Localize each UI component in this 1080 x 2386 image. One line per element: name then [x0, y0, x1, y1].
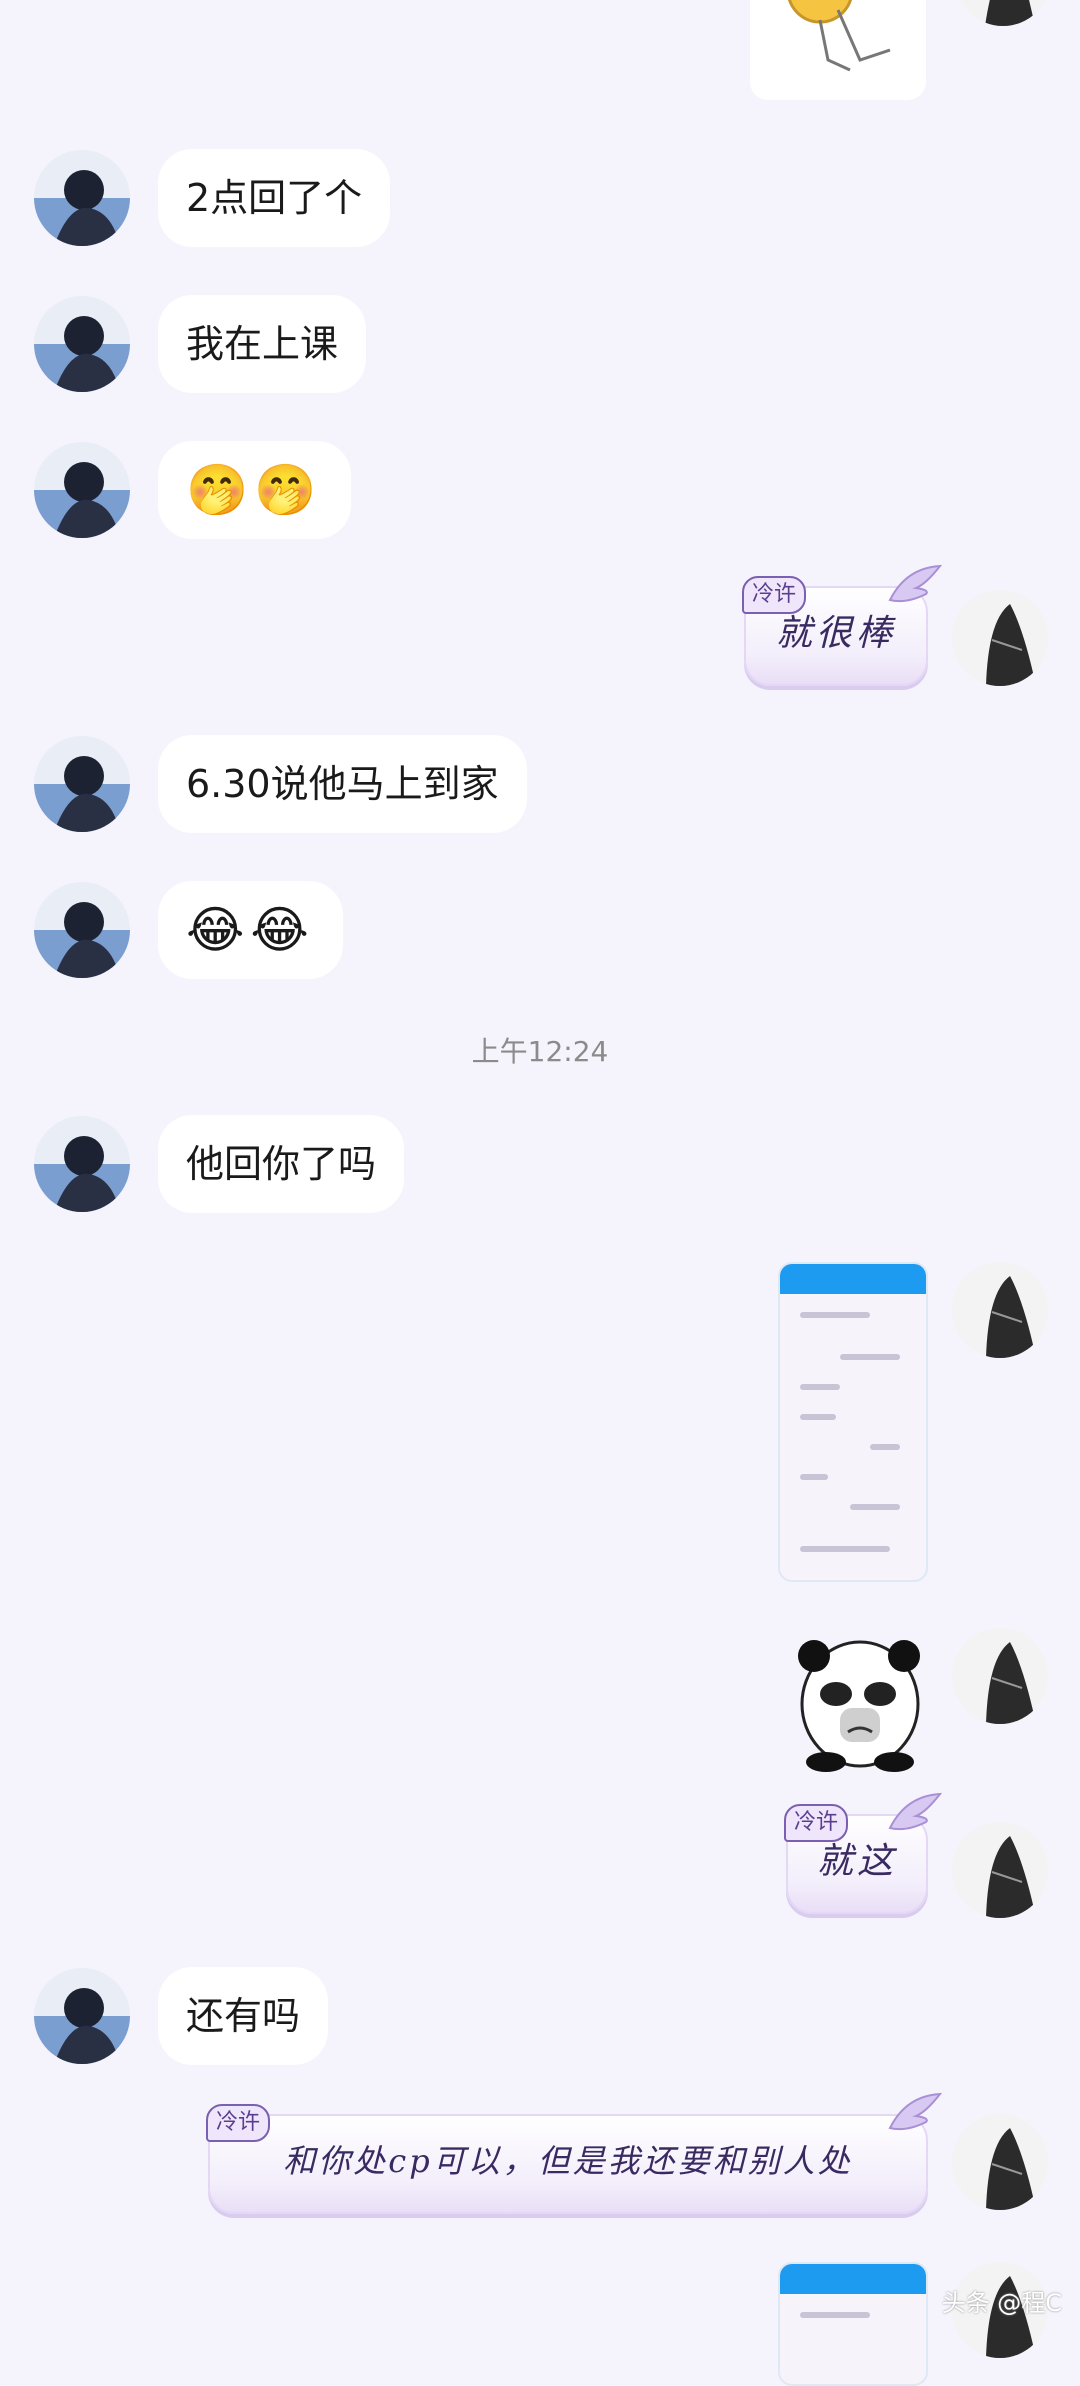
message-text: 他回你了吗 [186, 1142, 377, 1186]
screenshot-line [800, 2312, 870, 2318]
sticker-card[interactable]: 冷许 就很棒 [742, 564, 942, 686]
contact-avatar[interactable] [34, 1968, 130, 2064]
card-text: 就这 [816, 1841, 897, 1882]
screenshot-image[interactable] [778, 2262, 928, 2386]
sticker-card[interactable]: 冷许 和你处cp可以，但是我还要和别人处 [206, 2092, 942, 2214]
screenshot-line [800, 1312, 870, 1318]
screenshot-header [780, 1264, 926, 1294]
message-bubble[interactable]: 😂😂 [158, 881, 343, 979]
timestamp: 上午12:24 [471, 1035, 609, 1068]
self-avatar[interactable] [952, 1262, 1048, 1358]
screenshot-image[interactable] [778, 1262, 928, 1582]
screenshot-line [840, 1354, 900, 1360]
message-text: 2点回了个 [186, 176, 363, 220]
wing-icon [888, 2092, 942, 2131]
screenshot-line [800, 1474, 828, 1480]
self-avatar[interactable] [952, 1822, 1048, 1918]
message-text: 😂😂 [186, 901, 315, 959]
message-bubble[interactable]: 2点回了个 [158, 149, 391, 247]
screenshot-line [850, 1504, 900, 1510]
sticker-image[interactable] [750, 0, 926, 100]
contact-avatar[interactable] [34, 736, 130, 832]
screenshot-header [780, 2264, 926, 2294]
contact-avatar[interactable] [34, 882, 130, 978]
message-text: 我在上课 [186, 322, 339, 366]
self-avatar[interactable] [955, 0, 1051, 26]
message-text: 还有吗 [186, 1994, 301, 2038]
card-text: 就很棒 [775, 613, 896, 654]
message-text: 🤭🤭 [186, 461, 323, 519]
contact-avatar[interactable] [34, 442, 130, 538]
contact-avatar[interactable] [34, 1116, 130, 1212]
message-bubble[interactable]: 6.30说他马上到家 [158, 735, 527, 833]
wing-icon [888, 564, 942, 603]
contact-avatar[interactable] [34, 296, 130, 392]
message-bubble[interactable]: 还有吗 [158, 1967, 329, 2065]
message-bubble[interactable]: 他回你了吗 [158, 1115, 405, 1213]
contact-avatar[interactable] [34, 150, 130, 246]
screenshot-line [870, 1444, 900, 1450]
sticker-card[interactable]: 冷许 就这 [784, 1792, 942, 1914]
card-text: 和你处cp可以，但是我还要和别人处 [283, 2142, 853, 2180]
message-text: 6.30说他马上到家 [186, 762, 499, 806]
wing-icon [888, 1792, 942, 1831]
screenshot-line [800, 1384, 840, 1390]
self-avatar[interactable] [952, 590, 1048, 686]
message-bubble[interactable]: 我在上课 [158, 295, 367, 393]
self-avatar[interactable] [952, 2114, 1048, 2210]
screenshot-line [800, 1546, 890, 1552]
message-bubble[interactable]: 🤭🤭 [158, 441, 351, 539]
watermark: 头条 @程C [941, 2289, 1062, 2317]
chat-view[interactable]: 2点回了个 我在上课 🤭🤭 冷许 就很棒 6.30说他马上到家 😂😂 上午12:… [0, 0, 1080, 2386]
panda-sticker[interactable] [796, 1628, 924, 1774]
self-avatar[interactable] [952, 1628, 1048, 1724]
screenshot-line [800, 1414, 836, 1420]
